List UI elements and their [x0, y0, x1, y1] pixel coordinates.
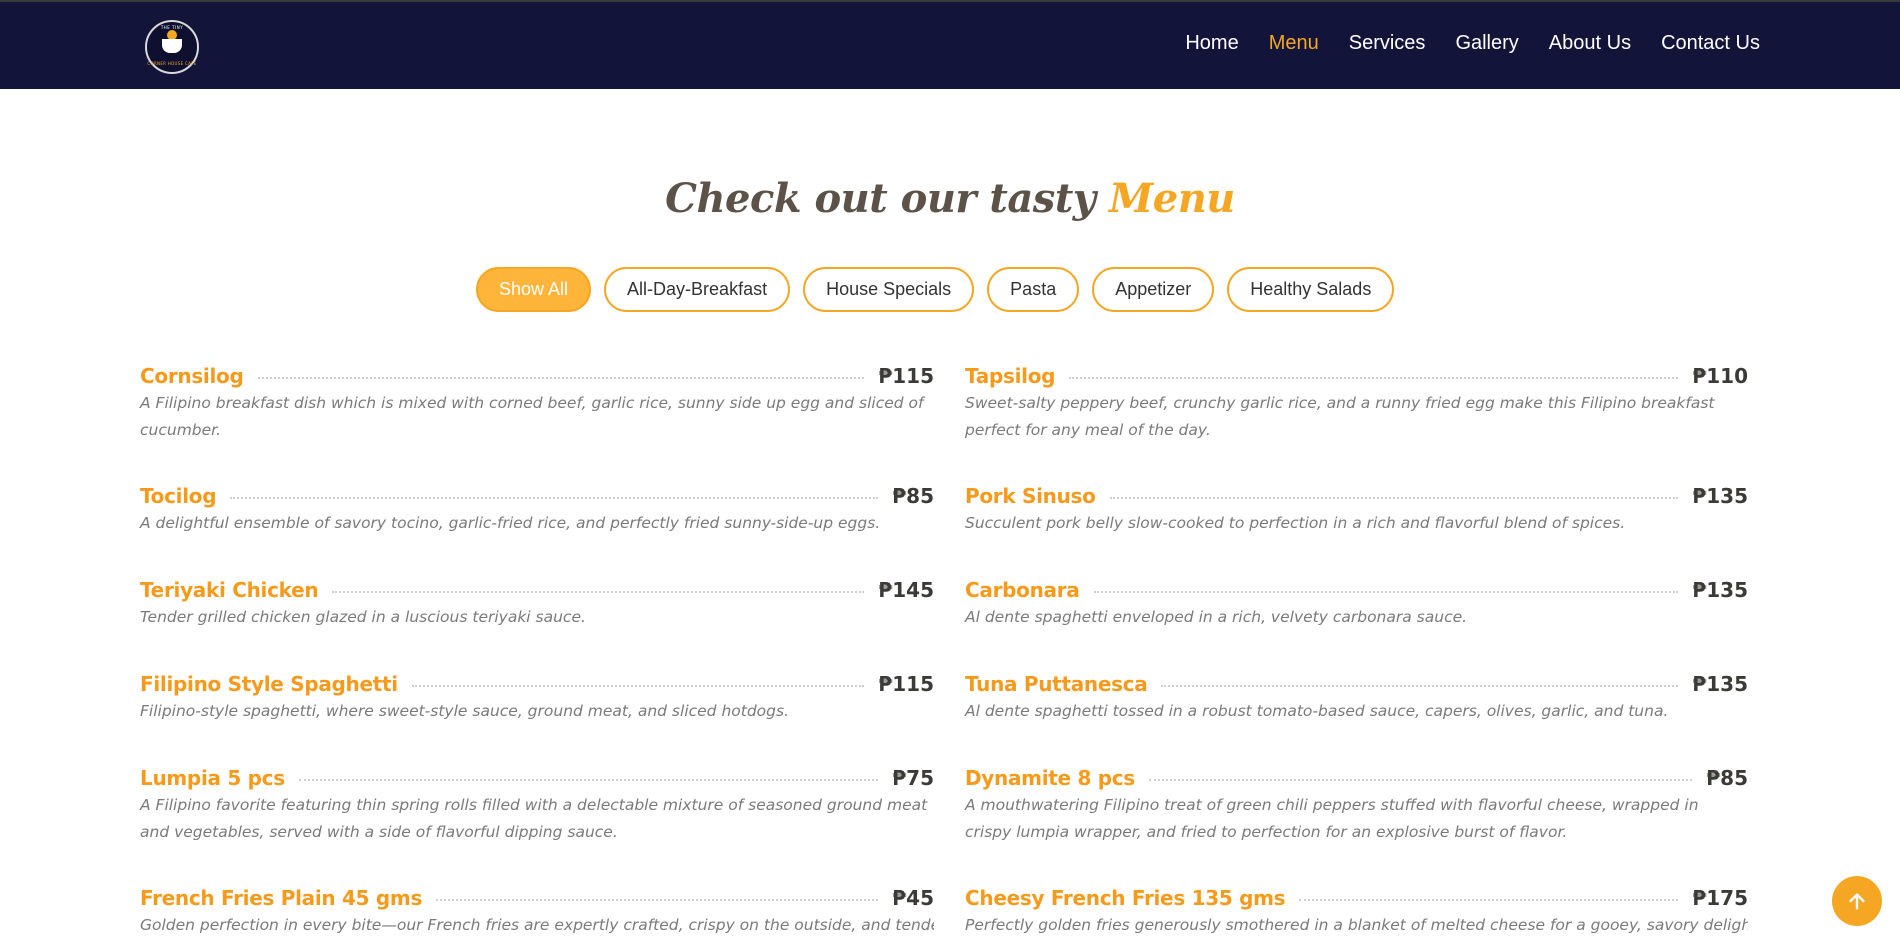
menu-item-name: Tocilog	[140, 484, 217, 508]
menu-item-description: A delightful ensemble of savory tocino, …	[140, 514, 881, 532]
arrow-up-icon	[1849, 893, 1865, 910]
dotted-leader	[332, 591, 865, 593]
menu-item-price: ₱85	[1706, 766, 1748, 790]
menu-item-name: French Fries Plain 45 gms	[140, 886, 423, 910]
menu-item: Filipino Style Spaghetti ₱115 Filipino-st…	[140, 670, 934, 764]
menu-item-name: Lumpia 5 pcs	[140, 766, 285, 790]
filter-appetizer[interactable]: Appetizer	[1092, 267, 1215, 312]
menu-item: Tuna Puttanesca ₱135 Al dente spaghetti t…	[965, 670, 1748, 764]
menu-item-description: A Filipino favorite featuring thin sprin…	[140, 796, 928, 841]
nav-home[interactable]: Home	[1185, 32, 1238, 55]
menu-item-description: A mouthwatering Filipino treat of green …	[965, 796, 1699, 841]
menu-item: Cheesy French Fries 135 gms ₱175 Perfectl…	[965, 884, 1748, 943]
menu-item-description: Al dente spaghetti tossed in a robust to…	[965, 702, 1669, 720]
menu-item-description: Sweet-salty peppery beef, crunchy garlic…	[965, 394, 1715, 439]
menu-item: Dynamite 8 pcs ₱85 A mouthwatering Filipi…	[965, 764, 1748, 884]
site-header: THE TINY CORNER HOUSE CAFE Home Menu Ser…	[0, 0, 1900, 89]
section-title-main: Check out our tasty	[665, 175, 1109, 222]
dotted-leader	[1093, 591, 1679, 593]
logo-cup-icon	[162, 39, 182, 53]
menu-item: Teriyaki Chicken ₱145 Tender grilled chic…	[140, 576, 934, 670]
dotted-leader	[257, 377, 865, 379]
menu-item-name: Filipino Style Spaghetti	[140, 672, 398, 696]
menu-column-right: Tapsilog ₱110 Sweet-salty peppery beef, c…	[965, 362, 1748, 943]
menu-item-description: A Filipino breakfast dish which is mixed…	[140, 394, 924, 439]
back-to-top-button[interactable]	[1832, 876, 1882, 926]
nav-gallery[interactable]: Gallery	[1455, 32, 1518, 55]
filter-pasta[interactable]: Pasta	[987, 267, 1080, 312]
menu-item-price: ₱135	[1692, 672, 1748, 696]
menu-item-name: Pork Sinuso	[965, 484, 1096, 508]
menu-item: Carbonara ₱135 Al dente spaghetti envelop…	[965, 576, 1748, 670]
filter-house-specials[interactable]: House Specials	[803, 267, 975, 312]
menu-item-price: ₱85	[892, 484, 934, 508]
filter-healthy-salads[interactable]: Healthy Salads	[1227, 267, 1395, 312]
menu-item-description: Succulent pork belly slow-cooked to perf…	[965, 514, 1626, 532]
menu-item-price: ₱145	[878, 578, 934, 602]
nav-contact-us[interactable]: Contact Us	[1661, 32, 1760, 55]
menu-item-name: Tapsilog	[965, 364, 1056, 388]
menu-item-description: Al dente spaghetti enveloped in a rich, …	[965, 608, 1468, 626]
dotted-leader	[436, 899, 879, 901]
menu-item-description: Filipino-style spaghetti, where sweet-st…	[140, 702, 789, 720]
nav-about-us[interactable]: About Us	[1549, 32, 1631, 55]
nav-menu[interactable]: Menu	[1269, 32, 1319, 55]
menu-item-name: Cheesy French Fries 135 gms	[965, 886, 1286, 910]
menu-item-name: Dynamite 8 pcs	[965, 766, 1135, 790]
menu-item-price: ₱45	[892, 886, 934, 910]
dotted-leader	[1109, 497, 1679, 499]
menu-item: Tocilog ₱85 A delightful ensemble of savo…	[140, 482, 934, 576]
menu-filters: Show All All-Day-Breakfast House Special…	[476, 267, 1407, 312]
menu-item-price: ₱115	[878, 672, 934, 696]
menu-item: Tapsilog ₱110 Sweet-salty peppery beef, c…	[965, 362, 1748, 482]
filter-show-all[interactable]: Show All	[476, 267, 592, 312]
filter-all-day-breakfast[interactable]: All-Day-Breakfast	[604, 267, 791, 312]
menu-item-name: Carbonara	[965, 578, 1080, 602]
dotted-leader	[1299, 899, 1679, 901]
menu-column-left: Cornsilog ₱115 A Filipino breakfast dish …	[140, 362, 934, 943]
site-logo[interactable]: THE TINY CORNER HOUSE CAFE	[145, 20, 199, 74]
menu-item-price: ₱135	[1692, 484, 1748, 508]
dotted-leader	[1148, 779, 1693, 781]
menu-item-name: Teriyaki Chicken	[140, 578, 319, 602]
dotted-leader	[298, 779, 879, 781]
menu-item-price: ₱175	[1692, 886, 1748, 910]
dotted-leader	[1161, 685, 1679, 687]
menu-item: Pork Sinuso ₱135 Succulent pork belly slo…	[965, 482, 1748, 576]
menu-item: Lumpia 5 pcs ₱75 A Filipino favorite feat…	[140, 764, 934, 884]
main-nav: Home Menu Services Gallery About Us Cont…	[1155, 32, 1760, 55]
menu-item-name: Tuna Puttanesca	[965, 672, 1148, 696]
menu-item: French Fries Plain 45 gms ₱45 Golden perf…	[140, 884, 934, 943]
menu-item: Cornsilog ₱115 A Filipino breakfast dish …	[140, 362, 934, 482]
menu-item-price: ₱135	[1692, 578, 1748, 602]
section-title: Check out our tasty Menu	[0, 175, 1900, 222]
menu-item-description: Perfectly golden fries generously smothe…	[965, 916, 1748, 934]
section-title-accent: Menu	[1108, 175, 1235, 222]
dotted-leader	[230, 497, 879, 499]
menu-item-price: ₱110	[1692, 364, 1748, 388]
menu-item-name: Cornsilog	[140, 364, 244, 388]
menu-item-description: Golden perfection in every bite—our Fren…	[140, 916, 934, 934]
nav-services[interactable]: Services	[1349, 32, 1426, 55]
dotted-leader	[411, 685, 865, 687]
menu-item-price: ₱115	[878, 364, 934, 388]
dotted-leader	[1069, 377, 1679, 379]
menu-item-description: Tender grilled chicken glazed in a lusci…	[140, 608, 586, 626]
menu-item-price: ₱75	[892, 766, 934, 790]
logo-bottom-text: CORNER HOUSE CAFE	[147, 61, 197, 66]
